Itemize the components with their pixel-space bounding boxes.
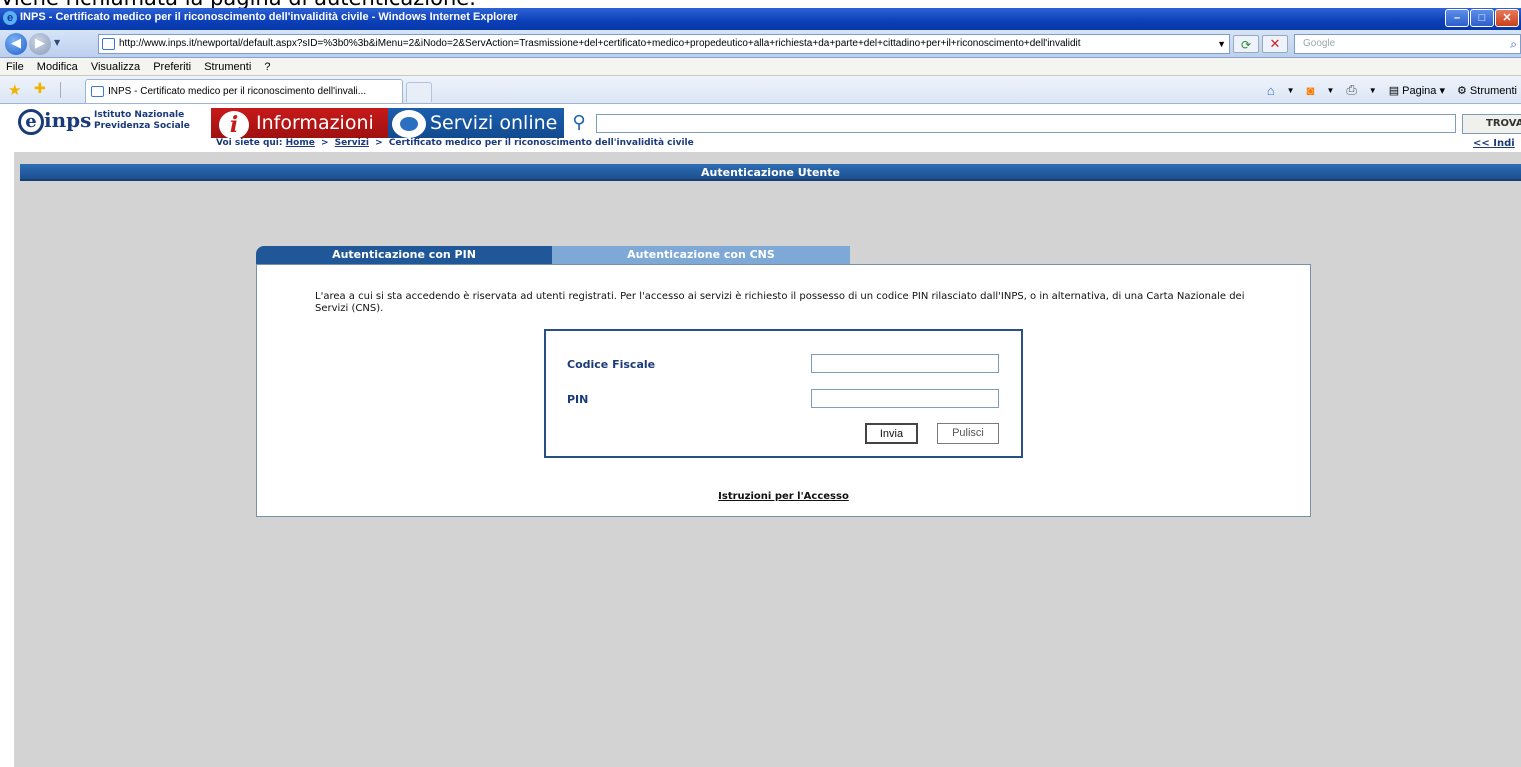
trova-button[interactable]: TROVA	[1462, 114, 1521, 134]
page-caption: Viene richiamata la pagina di autenticaz…	[0, 0, 476, 10]
address-toolbar: ◀ ▶ ▼ http://www.inps.it/newportal/defau…	[0, 30, 1521, 58]
command-bar: ⌂ ▼ ◙ ▼ ⎙ ▼ ▤ Pagina ▾ ⚙ Strumenti	[1267, 82, 1517, 98]
history-dropdown-icon[interactable]: ▼	[54, 38, 60, 47]
breadcrumb-prefix: Voi siete qui:	[216, 138, 283, 148]
browser-search-input[interactable]: Google ⌕	[1294, 34, 1521, 54]
auth-panel: L'area a cui si sta accedendo è riservat…	[256, 264, 1311, 517]
index-link[interactable]: << Indi	[1473, 138, 1515, 149]
close-button[interactable]: ✕	[1495, 9, 1519, 27]
page-menu-icon: ▤	[1388, 84, 1403, 97]
login-form: Codice Fiscale PIN Invia Pulisci	[544, 329, 1023, 458]
auth-header-bar: Autenticazione Utente	[20, 164, 1521, 181]
breadcrumb: Voi siete qui: Home > Servizi > Certific…	[216, 138, 694, 148]
nav-servizi-online[interactable]: Servizi online	[388, 108, 564, 138]
favorites-star-icon[interactable]: ★	[8, 81, 21, 99]
page-menu-label: Pagina	[1402, 84, 1437, 97]
window-title: INPS - Certificato medico per il riconos…	[20, 11, 518, 23]
forward-button[interactable]: ▶	[29, 33, 51, 55]
pin-input[interactable]	[811, 389, 999, 408]
breadcrumb-current: Certificato medico per il riconoscimento…	[388, 138, 694, 148]
inps-logo-icon[interactable]: e	[18, 109, 44, 135]
new-tab-button[interactable]	[406, 82, 432, 102]
ie-logo-icon: e	[3, 11, 17, 25]
home-icon[interactable]: ⌂	[1267, 83, 1275, 98]
site-header: e inps Istituto Nazionale Previdenza Soc…	[0, 104, 1521, 152]
window-titlebar: e INPS - Certificato medico per il ricon…	[0, 8, 1521, 30]
tab-bar: ★ ✚ INPS - Certificato medico per il ric…	[0, 76, 1521, 104]
tab-page-icon	[91, 86, 104, 97]
nav-servizi-online-label: Servizi online	[430, 112, 558, 134]
tools-menu[interactable]: ⚙ Strumenti	[1457, 84, 1517, 97]
site-search-icon: ⚲	[572, 112, 586, 133]
print-dropdown-icon[interactable]: ▼	[1369, 86, 1377, 95]
browser-search-placeholder: Google	[1303, 38, 1336, 49]
nav-informazioni-label: Informazioni	[256, 112, 374, 134]
page-content: e inps Istituto Nazionale Previdenza Soc…	[0, 104, 1521, 767]
menu-help[interactable]: ?	[264, 61, 270, 73]
breadcrumb-separator: >	[375, 138, 383, 148]
breadcrumb-servizi[interactable]: Servizi	[335, 138, 369, 148]
main-area: Autenticazione Utente Autenticazione con…	[14, 152, 1521, 767]
tab-auth-pin[interactable]: Autenticazione con PIN	[256, 246, 552, 264]
breadcrumb-home[interactable]: Home	[286, 138, 315, 148]
back-button[interactable]: ◀	[5, 33, 27, 55]
address-url: http://www.inps.it/newportal/default.asp…	[119, 38, 1081, 49]
menu-preferiti[interactable]: Preferiti	[153, 61, 191, 73]
pulisci-button[interactable]: Pulisci	[937, 423, 999, 444]
minimize-button[interactable]: –	[1445, 9, 1469, 27]
site-logo[interactable]: inps	[44, 108, 91, 132]
menu-modifica[interactable]: Modifica	[37, 61, 78, 73]
auth-intro-text: L'area a cui si sta accedendo è riservat…	[315, 291, 1245, 314]
menu-visualizza[interactable]: Visualizza	[91, 61, 140, 73]
menu-bar: File Modifica Visualizza Preferiti Strum…	[0, 58, 1521, 76]
address-dropdown-icon[interactable]: ▼	[1217, 35, 1226, 53]
browser-tab-label: INPS - Certificato medico per il riconos…	[108, 86, 367, 97]
invia-button[interactable]: Invia	[865, 423, 918, 444]
pin-label: PIN	[567, 393, 589, 406]
stop-icon[interactable]: ✕	[1262, 35, 1288, 53]
tools-menu-label: Strumenti	[1469, 84, 1517, 97]
menu-strumenti[interactable]: Strumenti	[204, 61, 251, 73]
page-menu[interactable]: ▤ Pagina ▾	[1389, 84, 1445, 97]
search-icon[interactable]: ⌕	[1510, 35, 1517, 53]
site-logo-subtitle: Istituto Nazionale Previdenza Sociale	[94, 110, 190, 131]
info-icon: i	[219, 111, 249, 139]
page-icon	[102, 38, 115, 50]
tab-auth-cns[interactable]: Autenticazione con CNS	[552, 246, 850, 264]
codice-fiscale-label: Codice Fiscale	[567, 358, 656, 371]
feeds-icon[interactable]: ◙	[1307, 83, 1315, 98]
home-dropdown-icon[interactable]: ▼	[1287, 86, 1295, 95]
breadcrumb-separator: >	[320, 138, 329, 148]
add-favorites-icon[interactable]: ✚	[34, 81, 46, 97]
refresh-icon[interactable]: ⟳	[1233, 35, 1259, 53]
print-icon[interactable]: ⎙	[1346, 82, 1356, 98]
window-controls: – □ ✕	[1445, 9, 1519, 27]
nav-informazioni[interactable]: i Informazioni	[211, 108, 388, 139]
gear-icon: ⚙	[1457, 84, 1470, 97]
codice-fiscale-input[interactable]	[811, 354, 999, 373]
browser-tab[interactable]: INPS - Certificato medico per il riconos…	[85, 79, 403, 103]
feeds-dropdown-icon[interactable]: ▼	[1326, 86, 1334, 95]
site-search-input[interactable]	[596, 114, 1456, 133]
instructions-link[interactable]: Istruzioni per l'Accesso	[257, 491, 1310, 502]
services-icon	[392, 110, 426, 138]
address-input[interactable]: http://www.inps.it/newportal/default.asp…	[98, 34, 1230, 54]
menu-file[interactable]: File	[6, 61, 24, 73]
maximize-button[interactable]: □	[1470, 9, 1494, 27]
tab-separator	[60, 82, 61, 98]
